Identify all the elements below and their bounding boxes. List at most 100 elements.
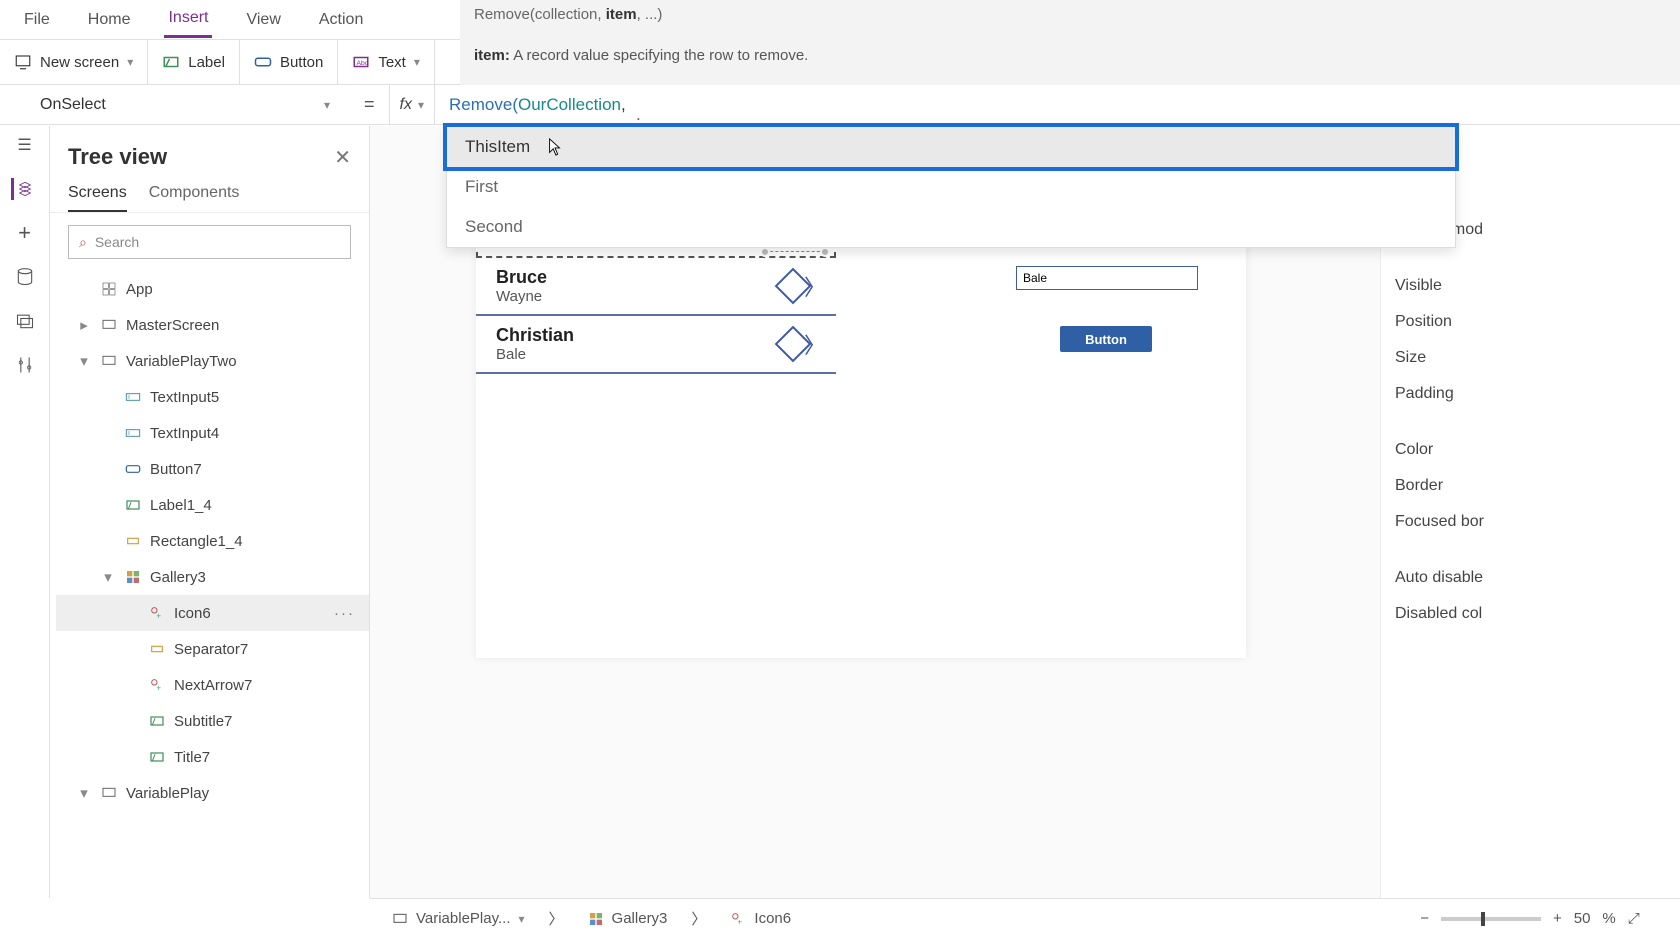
chevron-down-icon: ▾ xyxy=(414,55,420,69)
tree-search-input[interactable]: ⌕ Search xyxy=(68,225,351,259)
property-row-visible[interactable]: Visible xyxy=(1391,268,1680,304)
tree-tab-components[interactable]: Components xyxy=(149,184,240,212)
screen-icon xyxy=(392,911,408,927)
breadcrumb-sep: 〉 xyxy=(691,908,706,929)
tree-node-subtitle7[interactable]: Subtitle7 xyxy=(56,703,369,739)
zoom-in-button[interactable]: + xyxy=(1553,910,1562,927)
screen-icon xyxy=(100,316,118,334)
intellisense-item-second[interactable]: Second xyxy=(447,207,1455,247)
rail-add-icon[interactable]: + xyxy=(14,222,36,244)
breadcrumb-screen[interactable]: VariablePlay... ▾ xyxy=(384,910,533,927)
tree-node-label: MasterScreen xyxy=(126,317,219,334)
new-screen-button[interactable]: New screen ▾ xyxy=(0,40,148,84)
fit-to-window-icon[interactable]: ⤢ xyxy=(1628,910,1640,927)
tree-node-label: VariablePlay xyxy=(126,785,209,802)
insert-label-button[interactable]: Label xyxy=(148,40,240,84)
chevron-down-icon: ▾ xyxy=(519,912,525,926)
insert-text-text: Text xyxy=(378,54,406,71)
property-row-focused-bor[interactable]: Focused bor xyxy=(1391,504,1680,540)
textinput-icon xyxy=(124,388,142,406)
tree-node-nextarrow7[interactable]: + NextArrow7 xyxy=(56,667,369,703)
breadcrumb-sep: 〉 xyxy=(549,908,564,929)
formula-sep: , xyxy=(621,95,626,114)
edit-icon[interactable]: 〉 xyxy=(780,270,826,302)
zoom-out-button[interactable]: − xyxy=(1420,910,1429,927)
intellisense-label: ThisItem xyxy=(465,137,530,157)
tree-node-label: NextArrow7 xyxy=(174,677,252,694)
label-icon xyxy=(148,748,166,766)
signature-hint: item: A record value specifying the row … xyxy=(474,23,1666,64)
gallery-row[interactable]: BruceWayne〉 xyxy=(476,258,836,316)
chevron-down-icon: ▾ xyxy=(127,55,133,69)
breadcrumb-gallery[interactable]: Gallery3 xyxy=(580,910,676,927)
button-icon xyxy=(124,460,142,478)
tree-node-button7[interactable]: Button7 xyxy=(56,451,369,487)
more-icon[interactable]: ··· xyxy=(334,605,355,622)
tree-node-label: Rectangle1_4 xyxy=(150,533,243,550)
tree-tab-screens[interactable]: Screens xyxy=(68,184,127,212)
gallery-icon xyxy=(124,568,142,586)
menu-view[interactable]: View xyxy=(242,3,284,37)
property-row-auto-disable[interactable]: Auto disable xyxy=(1391,560,1680,596)
property-selector[interactable]: OnSelect ▾ xyxy=(0,85,350,124)
menu-insert[interactable]: Insert xyxy=(164,1,212,38)
rail-settings-icon[interactable] xyxy=(14,354,36,376)
canvas-button[interactable]: Button xyxy=(1060,326,1152,352)
menu-file[interactable]: File xyxy=(20,3,54,37)
tree-node-variableplay[interactable]: ▾VariablePlay xyxy=(56,775,369,811)
tree-node-app[interactable]: App xyxy=(56,271,369,307)
chevron-down-icon: ▾ xyxy=(418,98,424,112)
intellisense-item-thisitem[interactable]: ThisItem xyxy=(447,127,1455,167)
tree-node-label: App xyxy=(126,281,153,298)
fx-indicator[interactable]: fx ▾ xyxy=(389,85,435,124)
formula-signature-bar: Remove(collection, item, ...) item: A re… xyxy=(460,0,1680,85)
property-row-color[interactable]: Color xyxy=(1391,432,1680,468)
breadcrumb-gallery-label: Gallery3 xyxy=(612,910,668,927)
label-icon xyxy=(148,712,166,730)
rail-data-icon[interactable] xyxy=(14,266,36,288)
tree-node-label: TextInput4 xyxy=(150,425,219,442)
insert-button-button[interactable]: Button xyxy=(240,40,338,84)
rail-media-icon[interactable] xyxy=(14,310,36,332)
property-row-disabled-col[interactable]: Disabled col xyxy=(1391,596,1680,632)
tree-node-textinput4[interactable]: TextInput4 xyxy=(56,415,369,451)
tree-node-label: Title7 xyxy=(174,749,210,766)
intellisense-item-first[interactable]: First xyxy=(447,167,1455,207)
menu-home[interactable]: Home xyxy=(84,3,135,37)
iconctrl-icon: + xyxy=(148,676,166,694)
property-row-position[interactable]: Position xyxy=(1391,304,1680,340)
menu-action[interactable]: Action xyxy=(315,3,367,37)
formula-fn: Remove xyxy=(449,95,512,114)
sig-hint-label: item: xyxy=(474,47,510,64)
screen-icon xyxy=(100,352,118,370)
tree-node-separator7[interactable]: Separator7 xyxy=(56,631,369,667)
gallery-subtitle: Bale xyxy=(496,346,574,363)
rail-hamburger-icon[interactable]: ☰ xyxy=(14,134,36,156)
property-row-size[interactable]: Size xyxy=(1391,340,1680,376)
tree-node-label: Gallery3 xyxy=(150,569,206,586)
property-row-border[interactable]: Border xyxy=(1391,468,1680,504)
tree-node-gallery3[interactable]: ▾Gallery3 xyxy=(56,559,369,595)
property-row-padding[interactable]: Padding xyxy=(1391,376,1680,412)
tree-node-textinput5[interactable]: TextInput5 xyxy=(56,379,369,415)
property-name: OnSelect xyxy=(40,96,106,114)
rail-tree-icon[interactable] xyxy=(11,178,33,200)
formula-input[interactable]: Remove(OurCollection, . xyxy=(435,95,1680,115)
close-icon[interactable]: ✕ xyxy=(334,145,351,170)
tree-node-masterscreen[interactable]: ▸MasterScreen xyxy=(56,307,369,343)
svg-text:+: + xyxy=(156,611,161,620)
tree-node-variableplaytwo[interactable]: ▾VariablePlayTwo xyxy=(56,343,369,379)
tree-node-title7[interactable]: Title7 xyxy=(56,739,369,775)
insert-text-button[interactable]: Abc Text ▾ xyxy=(338,40,435,84)
tree-node-icon6[interactable]: +Icon6··· xyxy=(56,595,369,631)
textinput-2[interactable] xyxy=(1016,266,1198,290)
breadcrumb-control[interactable]: + Icon6 xyxy=(722,910,799,927)
zoom-controls: − + 50 % ⤢ xyxy=(1380,898,1680,938)
edit-icon[interactable]: 〉 xyxy=(780,328,826,360)
iconctrl-icon: + xyxy=(148,604,166,622)
gallery-row[interactable]: ChristianBale〉 xyxy=(476,316,836,374)
tree-node-label1_4[interactable]: Label1_4 xyxy=(56,487,369,523)
breadcrumb-bar: VariablePlay... ▾ 〉 Gallery3 〉 + Icon6 xyxy=(370,898,1380,938)
zoom-slider[interactable] xyxy=(1441,917,1541,921)
tree-node-rectangle1_4[interactable]: Rectangle1_4 xyxy=(56,523,369,559)
